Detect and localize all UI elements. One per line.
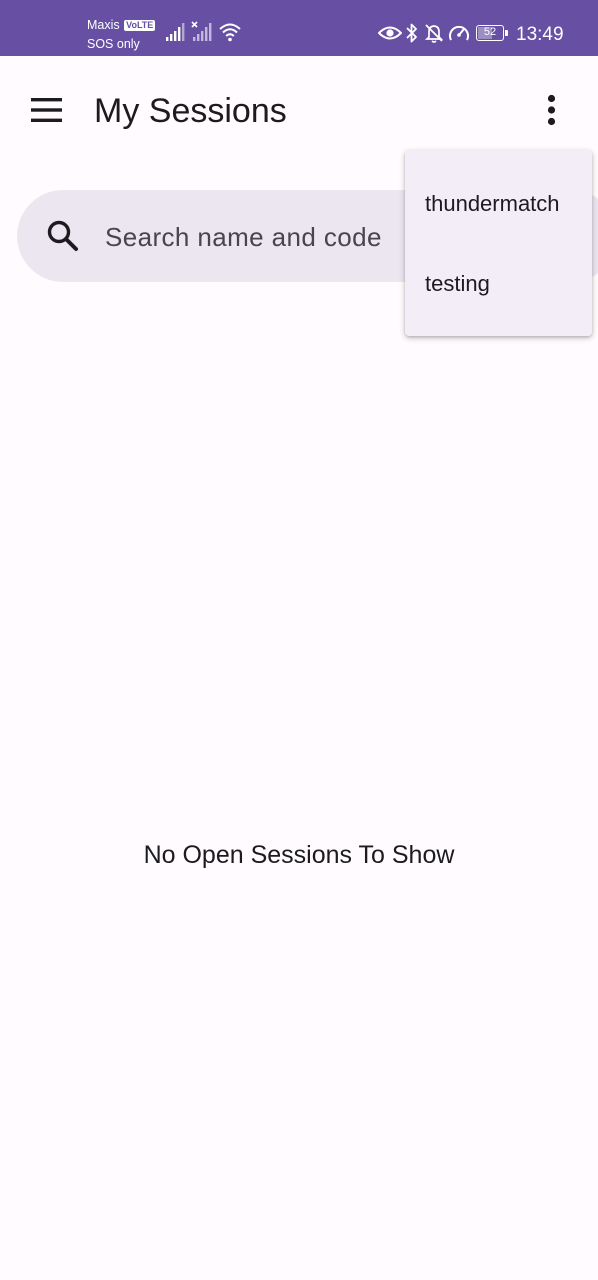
bluetooth-icon — [406, 23, 417, 43]
battery-level: 52 — [483, 26, 497, 38]
wifi-icon — [219, 23, 241, 42]
more-vertical-icon — [547, 94, 556, 126]
bell-off-icon — [424, 24, 444, 43]
signal-icon — [166, 23, 185, 41]
status-bar: Maxis VoLTE SOS only 52 13:49 — [0, 0, 598, 56]
overflow-dropdown-menu: thundermatch testing — [405, 150, 592, 336]
empty-state-message: No Open Sessions To Show — [143, 841, 455, 869]
volte-badge: VoLTE — [124, 20, 156, 31]
eye-icon — [378, 26, 402, 40]
hamburger-menu-icon — [31, 98, 62, 122]
menu-item-thundermatch[interactable]: thundermatch — [405, 164, 592, 244]
carrier-name: Maxis — [87, 18, 120, 32]
menu-item-testing[interactable]: testing — [405, 244, 592, 324]
navigation-menu-button[interactable] — [20, 86, 72, 134]
page-title: My Sessions — [94, 92, 287, 130]
speedometer-icon — [449, 25, 469, 41]
signal-no-service-icon — [191, 21, 212, 41]
battery-icon: 52 — [476, 25, 508, 41]
carrier-info: Maxis VoLTE SOS only — [87, 16, 156, 54]
status-clock: 13:49 — [516, 24, 564, 45]
network-status: SOS only — [87, 37, 140, 51]
search-icon[interactable] — [45, 218, 81, 254]
overflow-menu-button[interactable] — [528, 86, 574, 134]
